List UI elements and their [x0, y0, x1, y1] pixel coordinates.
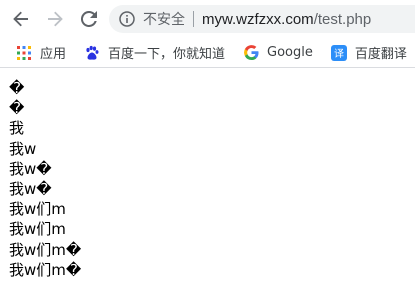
apps-grid-icon — [16, 45, 32, 61]
reload-button[interactable] — [76, 6, 102, 32]
output-line: 我w — [9, 139, 37, 158]
omnibox-divider — [193, 11, 194, 27]
arrow-right-icon — [48, 11, 63, 27]
output-line: � — [9, 79, 25, 97]
svg-text:译: 译 — [334, 48, 344, 60]
output-line: 我w� — [9, 179, 52, 198]
bookmark-baidu-translate[interactable]: 译 百度翻译 — [330, 40, 407, 66]
bookmark-apps[interactable]: 应用 — [16, 40, 66, 66]
url-path: /test.php — [313, 10, 372, 28]
output-line: 我w们m� — [9, 260, 82, 279]
bookmarks-bar: 应用 百度一下，你就知道 Google 译 百度翻译 — [0, 38, 415, 68]
browser-toolbar: 不安全 myw.wzfzxx.com/test.php — [0, 0, 415, 38]
bookmark-google[interactable]: Google — [243, 40, 313, 66]
bookmark-baidu[interactable]: 百度一下，你就知道 — [84, 40, 225, 66]
translate-icon: 译 — [330, 44, 347, 61]
security-status-label[interactable]: 不安全 — [143, 9, 185, 29]
back-button[interactable] — [8, 6, 34, 32]
page-output: � � 我 我w 我w� 我w� 我w们m 我w们m 我w们m� 我w们m� — [9, 78, 81, 280]
google-g-icon — [243, 45, 259, 61]
url-text[interactable]: myw.wzfzxx.com/test.php — [202, 11, 371, 28]
bookmark-label: 百度翻译 — [354, 47, 407, 62]
output-line: 我w们m — [9, 200, 66, 219]
bookmark-label: Google — [267, 45, 313, 60]
baidu-paw-icon — [84, 45, 100, 61]
forward-button[interactable] — [42, 6, 68, 32]
bookmark-label: 百度一下，你就知道 — [108, 47, 226, 62]
address-bar[interactable]: 不安全 myw.wzfzxx.com/test.php — [109, 5, 415, 33]
info-icon[interactable] — [119, 11, 135, 27]
output-line: � — [9, 99, 25, 118]
output-line: 我 — [9, 119, 25, 138]
url-host: myw.wzfzxx.com — [202, 10, 314, 28]
bookmark-label: 应用 — [40, 47, 67, 62]
output-line: 我w� — [9, 159, 52, 178]
output-line: 我w们m — [9, 220, 66, 239]
reload-icon — [81, 11, 97, 27]
arrow-left-icon — [13, 11, 28, 27]
output-line: 我w们m� — [9, 240, 82, 259]
